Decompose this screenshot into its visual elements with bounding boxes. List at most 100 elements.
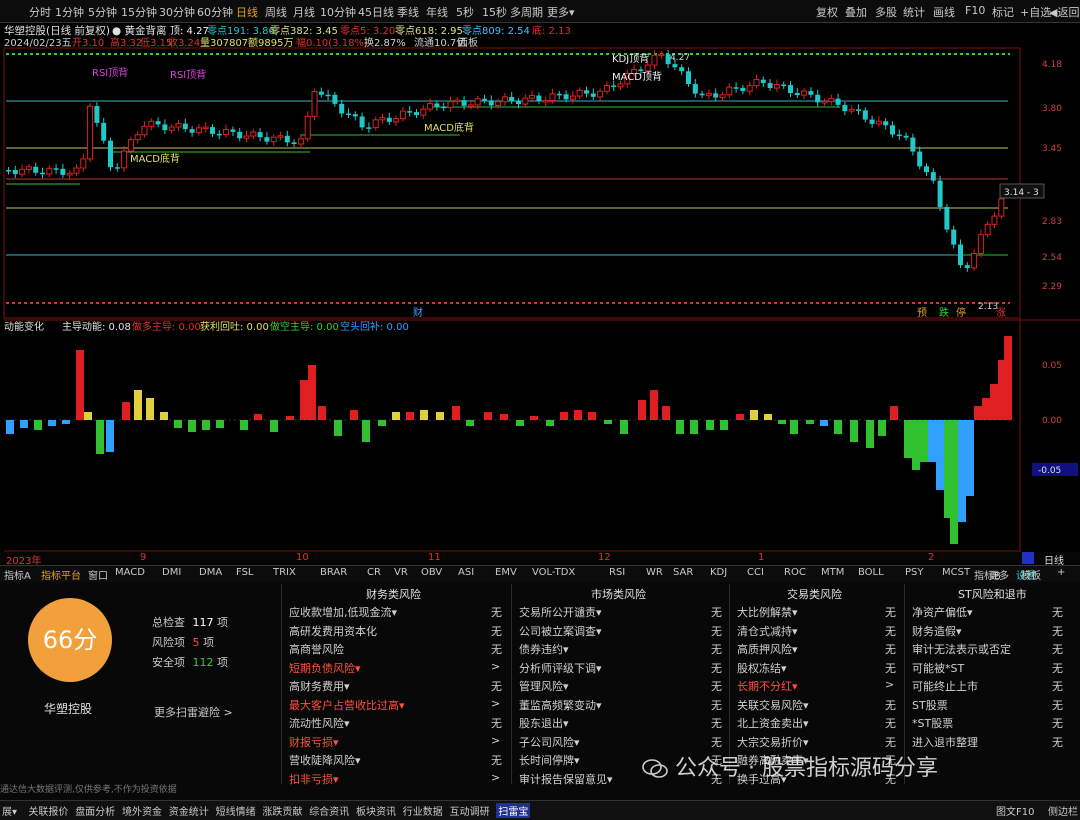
- risk-item-name[interactable]: 财务造假▾: [912, 623, 962, 639]
- right-action-1[interactable]: 复权: [816, 4, 838, 20]
- period-11[interactable]: 45日线: [358, 4, 394, 20]
- scroll-handle[interactable]: [1022, 552, 1034, 564]
- risk-item-name[interactable]: 扣非亏损▾: [289, 771, 339, 787]
- risk-item-name[interactable]: 可能终止上市: [912, 678, 978, 694]
- risk-item-name[interactable]: 长期不分红▾: [737, 678, 798, 694]
- risk-item-name[interactable]: 债券违约▾: [519, 641, 569, 657]
- bottom-tab-11[interactable]: 扫雷宝: [496, 803, 531, 818]
- period-9[interactable]: 月线: [293, 4, 315, 20]
- indicator-tab-10[interactable]: VR: [394, 567, 408, 578]
- risk-item-name[interactable]: 董监高频繁变动▾: [519, 697, 602, 713]
- indicator-tab-15[interactable]: RSI: [609, 567, 625, 578]
- period-14[interactable]: 5秒: [456, 4, 474, 20]
- risk-item-name[interactable]: 进入退市整理: [912, 734, 978, 750]
- indicator-tab-0[interactable]: 指标A: [4, 567, 31, 582]
- indicator-tab-21[interactable]: MTM: [821, 567, 844, 578]
- risk-item-name[interactable]: 审计无法表示或否定: [912, 641, 1011, 657]
- bottom-tab-7[interactable]: 综合资讯: [309, 803, 349, 818]
- risk-item-name[interactable]: 营收陡降风险▾: [289, 752, 361, 768]
- indicator-tab-7[interactable]: TRIX: [273, 567, 296, 578]
- risk-item-name[interactable]: 大比例解禁▾: [737, 604, 798, 620]
- period-2[interactable]: 1分钟: [55, 4, 84, 20]
- risk-item-name[interactable]: 股权冻结▾: [737, 660, 787, 676]
- period-7[interactable]: 日线: [236, 4, 258, 20]
- risk-item-name[interactable]: 净资产偏低▾: [912, 604, 973, 620]
- kline-chart-area[interactable]: 华塑控股(日线 前复权) ● 黄金背离 顶: 4.27 零点191: 3.86 …: [0, 22, 1080, 552]
- period-5[interactable]: 30分钟: [159, 4, 195, 20]
- period-more[interactable]: 更多▾: [547, 4, 575, 20]
- risk-item-detail-arrow[interactable]: >: [491, 771, 500, 784]
- right-action-2[interactable]: 叠加: [845, 4, 867, 20]
- bottom-tab-2[interactable]: 盘面分析: [75, 803, 115, 818]
- right-action-9[interactable]: ◀返回: [1049, 4, 1079, 20]
- indicator-tab-5[interactable]: DMA: [199, 567, 222, 578]
- risk-item-name[interactable]: 应收款增加,低现金流▾: [289, 604, 397, 620]
- risk-item-name[interactable]: 管理风险▾: [519, 678, 569, 694]
- right-action-3[interactable]: 多股: [875, 4, 897, 20]
- indicator-tab-4[interactable]: DMI: [162, 567, 181, 578]
- indicator-tab-right-2[interactable]: +: [1057, 567, 1065, 578]
- risk-item-name[interactable]: 交易所公开谴责▾: [519, 604, 602, 620]
- risk-item-name[interactable]: 最大客户占营收比过高▾: [289, 697, 405, 713]
- right-action-8[interactable]: +自选: [1020, 4, 1051, 20]
- indicator-tab-22[interactable]: BOLL: [858, 567, 884, 578]
- risk-item-name[interactable]: 分析师评级下调▾: [519, 660, 602, 676]
- risk-item-name[interactable]: 长时间停牌▾: [519, 752, 580, 768]
- indicator-tab-8[interactable]: BRAR: [320, 567, 347, 578]
- risk-item-detail-arrow[interactable]: >: [491, 734, 500, 747]
- risk-item-name[interactable]: 可能被*ST: [912, 660, 964, 676]
- panel-toggle[interactable]: 面板: [458, 36, 478, 49]
- period-10[interactable]: 10分钟: [320, 4, 356, 20]
- indicator-tab-11[interactable]: OBV: [421, 567, 442, 578]
- risk-item-name[interactable]: ST股票: [912, 697, 948, 713]
- bottom-tab-0[interactable]: 展▾: [2, 803, 17, 818]
- period-12[interactable]: 季线: [397, 4, 419, 20]
- more-scan-link[interactable]: 更多扫雷避险 >: [154, 704, 233, 720]
- risk-item-name[interactable]: 大宗交易折价▾: [737, 734, 809, 750]
- indicator-tab-3[interactable]: MACD: [115, 567, 145, 578]
- period-16[interactable]: 多周期: [510, 4, 543, 20]
- indicator-tab-24[interactable]: MCST: [942, 567, 970, 578]
- indicator-tab-1[interactable]: 指标平台: [41, 567, 81, 582]
- right-action-5[interactable]: 画线: [933, 4, 955, 20]
- risk-item-name[interactable]: 短期负债风险▾: [289, 660, 361, 676]
- indicator-tab-23[interactable]: PSY: [905, 567, 924, 578]
- bottom-tab-5[interactable]: 短线情绪: [216, 803, 256, 818]
- risk-item-detail-arrow[interactable]: >: [491, 697, 500, 710]
- period-3[interactable]: 5分钟: [88, 4, 117, 20]
- right-action-4[interactable]: 统计: [903, 4, 925, 20]
- bottom-tab-1[interactable]: 关联报价: [28, 803, 68, 818]
- indicator-tab-right-0[interactable]: 指标B: [974, 567, 1001, 582]
- bottom-right-0[interactable]: 图文F10: [996, 803, 1034, 818]
- bottom-right-1[interactable]: 侧边栏: [1048, 803, 1078, 818]
- risk-item-name[interactable]: 公司被立案调查▾: [519, 623, 602, 639]
- risk-item-name[interactable]: *ST股票: [912, 715, 953, 731]
- indicator-tab-6[interactable]: FSL: [236, 567, 254, 578]
- risk-item-name[interactable]: 清仓式减持▾: [737, 623, 798, 639]
- right-action-6[interactable]: F10: [965, 4, 985, 17]
- bottom-tab-3[interactable]: 境外资金: [122, 803, 162, 818]
- risk-item-name[interactable]: 高质押风险▾: [737, 641, 798, 657]
- risk-item-name[interactable]: 股东退出▾: [519, 715, 569, 731]
- risk-item-name[interactable]: 子公司风险▾: [519, 734, 580, 750]
- period-6[interactable]: 60分钟: [197, 4, 233, 20]
- indicator-tab-9[interactable]: CR: [367, 567, 381, 578]
- risk-item-name[interactable]: 北上资金卖出▾: [737, 715, 809, 731]
- indicator-tab-14[interactable]: VOL-TDX: [532, 567, 575, 578]
- indicator-tab-20[interactable]: ROC: [784, 567, 806, 578]
- risk-item-name[interactable]: 流动性风险▾: [289, 715, 350, 731]
- indicator-tab-12[interactable]: ASI: [458, 567, 474, 578]
- risk-item-name[interactable]: 高商誉风险: [289, 641, 344, 657]
- risk-item-name[interactable]: 财报亏损▾: [289, 734, 339, 750]
- bottom-tab-8[interactable]: 板块资讯: [356, 803, 396, 818]
- risk-item-detail-arrow[interactable]: >: [491, 660, 500, 673]
- indicator-tab-16[interactable]: WR: [646, 567, 663, 578]
- risk-item-name[interactable]: 高财务费用▾: [289, 678, 350, 694]
- right-action-7[interactable]: 标记: [992, 4, 1014, 20]
- bottom-tab-4[interactable]: 资金统计: [169, 803, 209, 818]
- period-4[interactable]: 15分钟: [121, 4, 157, 20]
- indicator-tab-2[interactable]: 窗口: [88, 567, 108, 582]
- indicator-tab-19[interactable]: CCI: [747, 567, 764, 578]
- period-13[interactable]: 年线: [426, 4, 448, 20]
- bottom-tab-10[interactable]: 互动调研: [450, 803, 490, 818]
